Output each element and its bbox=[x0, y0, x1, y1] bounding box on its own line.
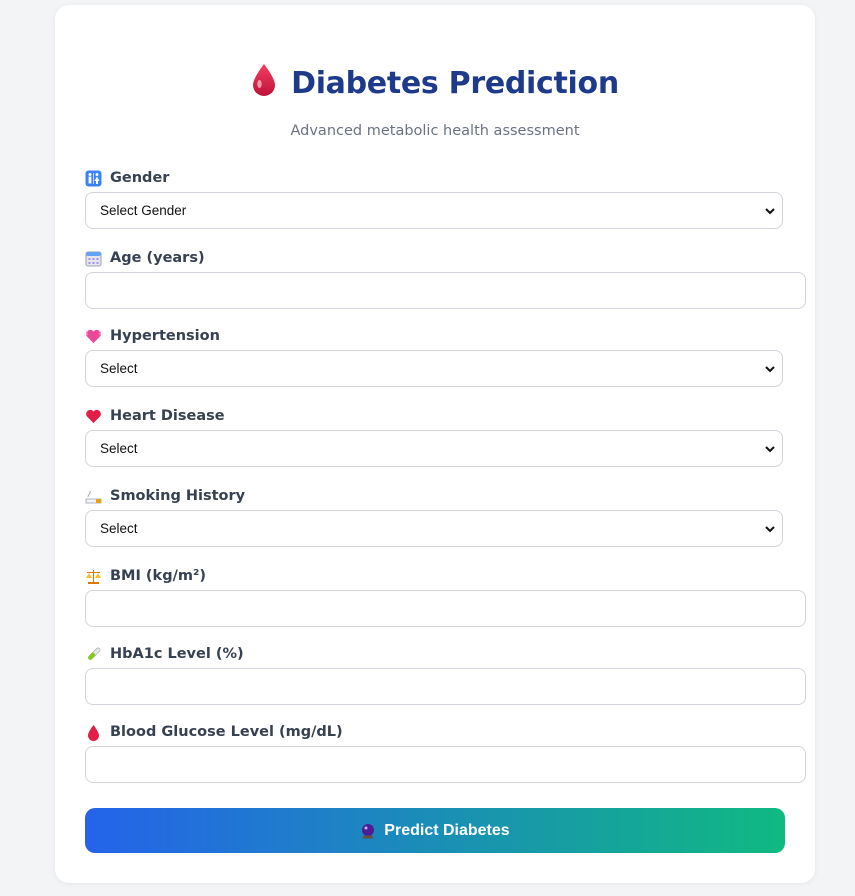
hypertension-select[interactable]: Select bbox=[85, 350, 783, 387]
cigarette-icon bbox=[85, 490, 102, 503]
glucose-label: Blood Glucose Level (mg/dL) bbox=[85, 722, 343, 742]
chevron-down-icon bbox=[765, 208, 775, 215]
age-label: Age (years) bbox=[85, 248, 205, 268]
hba1c-input[interactable] bbox=[85, 668, 806, 705]
hba1c-label: HbA1c Level (%) bbox=[85, 644, 244, 664]
chevron-down-icon bbox=[765, 446, 775, 453]
hypertension-label: Hypertension bbox=[85, 326, 220, 346]
bmi-label: BMI (kg/m²) bbox=[85, 566, 206, 586]
test-tube-icon bbox=[88, 647, 101, 660]
chevron-down-icon bbox=[765, 366, 775, 373]
heart-disease-label: Heart Disease bbox=[85, 406, 225, 426]
gender-label: Gender bbox=[85, 168, 169, 188]
heart-icon bbox=[86, 409, 101, 423]
scale-icon bbox=[86, 569, 101, 584]
prediction-card: Diabetes Prediction Advanced metabolic h… bbox=[55, 5, 815, 883]
bmi-input[interactable] bbox=[85, 590, 806, 627]
chevron-down-icon bbox=[765, 526, 775, 533]
predict-button[interactable]: Predict Diabetes bbox=[85, 808, 785, 853]
page-subtitle: Advanced metabolic health assessment bbox=[290, 123, 580, 139]
blood-drop-icon bbox=[88, 724, 99, 741]
blood-drop-icon bbox=[253, 64, 276, 96]
title-text: Diabetes Prediction bbox=[291, 66, 619, 101]
smoking-history-label: Smoking History bbox=[85, 486, 245, 506]
calendar-icon bbox=[85, 251, 102, 266]
heart-disease-select[interactable]: Select bbox=[85, 430, 783, 467]
gender-select[interactable]: Select Gender bbox=[85, 192, 783, 229]
smoking-history-select[interactable]: Select bbox=[85, 510, 783, 547]
restroom-icon bbox=[85, 170, 102, 186]
age-input[interactable] bbox=[85, 272, 806, 309]
glucose-input[interactable] bbox=[85, 746, 806, 783]
page-title: Diabetes Prediction bbox=[55, 63, 815, 101]
crystal-ball-icon bbox=[362, 823, 375, 838]
heart-icon bbox=[86, 329, 101, 343]
